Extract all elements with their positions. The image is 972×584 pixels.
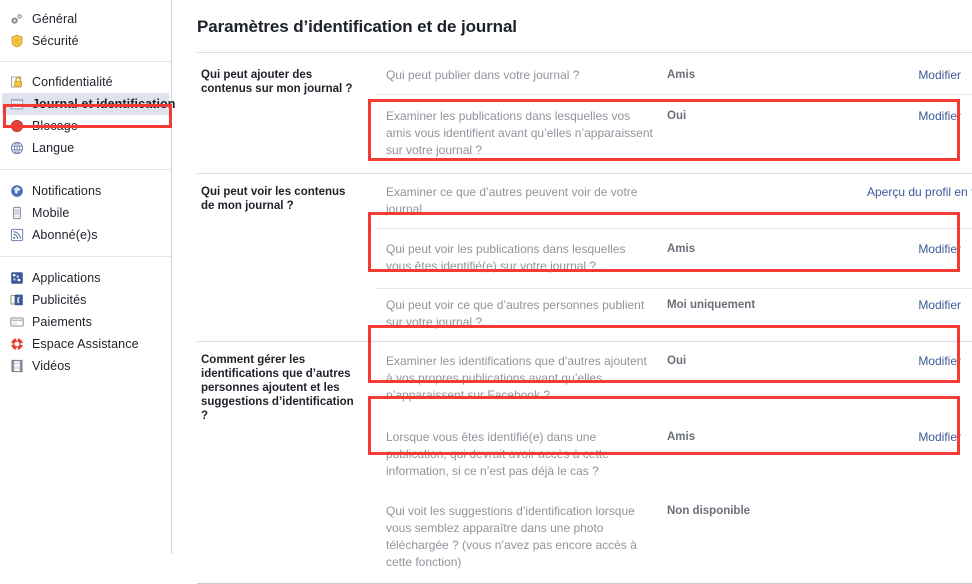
film-strip-icon <box>10 359 24 373</box>
sidebar-item-journal-et-identification[interactable]: Journal et identification <box>2 93 175 115</box>
settings-row: Qui voit les suggestions d’identificatio… <box>375 493 972 583</box>
sidebar-divider <box>0 256 171 257</box>
row-question: Lorsque vous êtes identifié(e) dans une … <box>386 430 609 478</box>
row-action-link[interactable]: Aperçu du profil en tant que <box>867 184 972 201</box>
sidebar-item-label: Applications <box>32 271 101 285</box>
row-action-link[interactable]: Modifier <box>867 297 972 314</box>
sidebar-item-label: Abonné(e)s <box>32 228 98 242</box>
sidebar-item-videos[interactable]: Vidéos <box>2 355 169 377</box>
sidebar-item-paiements[interactable]: Paiements <box>2 311 169 333</box>
sidebar-item-label: Paiements <box>32 315 92 329</box>
sidebar-item-label: Vidéos <box>32 359 71 373</box>
sidebar-item-label: Espace Assistance <box>32 337 139 351</box>
row-question: Qui peut voir ce que d’autres personnes … <box>386 298 645 329</box>
sidebar-item-espace-assistance[interactable]: Espace Assistance <box>2 333 169 355</box>
credit-card-icon <box>10 315 24 329</box>
notifications-globe-icon <box>10 184 24 198</box>
sidebar-item-label: Sécurité <box>32 34 79 48</box>
row-value: Non disponible <box>667 505 751 517</box>
svg-text:f: f <box>17 296 20 305</box>
settings-section: Comment gérer les identifications que d’… <box>197 342 972 584</box>
sidebar-item-label: Journal et identification <box>32 97 176 111</box>
row-value: Oui <box>667 110 687 122</box>
sidebar-item-label: Confidentialité <box>32 75 113 89</box>
gears-icon <box>10 12 24 26</box>
sidebar-item-blocage[interactable]: Blocage <box>2 115 169 137</box>
lock-icon <box>10 75 24 89</box>
sidebar-item-publicites[interactable]: f Publicités <box>2 289 169 311</box>
sidebar-group-general: Général Sécurité <box>0 8 171 52</box>
settings-section: Qui peut voir les contenus de mon journa… <box>197 174 972 342</box>
row-question: Qui peut publier dans votre journal ? <box>386 68 580 82</box>
sidebar-item-label: Général <box>32 12 78 26</box>
settings-row: Lorsque vous êtes identifié(e) dans une … <box>375 416 972 493</box>
row-value: Amis <box>667 243 696 255</box>
row-value: Moi uniquement <box>667 299 756 311</box>
section-label: Qui peut ajouter des contenus sur mon jo… <box>201 69 353 95</box>
settings-row: Examiner les identifications que d’autre… <box>375 342 972 416</box>
settings-row: Qui peut publier dans votre journal ? Am… <box>375 57 972 95</box>
timeline-icon <box>10 97 24 111</box>
row-action-link[interactable]: Modifier <box>867 353 972 370</box>
title-divider <box>197 52 972 53</box>
settings-table: Qui peut ajouter des contenus sur mon jo… <box>197 57 972 584</box>
settings-page: Général Sécurité Confidentialité Journal… <box>0 0 972 584</box>
sidebar-item-label: Langue <box>32 141 75 155</box>
sidebar-item-label: Publicités <box>32 293 87 307</box>
sidebar-item-general[interactable]: Général <box>2 8 169 30</box>
settings-row: Qui peut voir les publications dans lesq… <box>375 229 972 289</box>
row-action-link[interactable]: Modifier <box>867 108 972 125</box>
row-value: Oui <box>667 355 687 367</box>
row-question: Qui voit les suggestions d’identificatio… <box>386 504 637 569</box>
row-question: Qui peut voir les publications dans lesq… <box>386 242 626 273</box>
section-label: Qui peut voir les contenus de mon journa… <box>201 186 346 212</box>
ads-icon: f <box>10 293 24 307</box>
sidebar-item-applications[interactable]: Applications <box>2 267 169 289</box>
sidebar-item-label: Notifications <box>32 184 102 198</box>
sidebar-item-label: Blocage <box>32 119 78 133</box>
sidebar-item-langue[interactable]: Langue <box>2 137 169 159</box>
row-action-link[interactable]: Modifier <box>867 241 972 258</box>
sidebar-item-confidentialite[interactable]: Confidentialité <box>2 71 169 93</box>
row-question: Examiner les publications dans lesquelle… <box>386 109 653 157</box>
sidebar-divider <box>0 61 171 62</box>
settings-section: Qui peut ajouter des contenus sur mon jo… <box>197 57 972 174</box>
row-question: Examiner ce que d’autres peuvent voir de… <box>386 185 638 216</box>
sidebar-group-notifications: Notifications Mobile Abonné(e)s <box>0 180 171 246</box>
settings-row: Examiner les publications dans lesquelle… <box>375 95 972 173</box>
sidebar-item-securite[interactable]: Sécurité <box>2 30 169 52</box>
block-icon <box>10 119 24 133</box>
mobile-phone-icon <box>10 206 24 220</box>
section-label: Comment gérer les identifications que d’… <box>201 354 354 422</box>
page-title: Paramètres d’identification et de journa… <box>197 17 517 36</box>
applications-icon <box>10 271 24 285</box>
sidebar-group-privacy: Confidentialité Journal et identificatio… <box>0 71 175 159</box>
rss-feed-icon <box>10 228 24 242</box>
sidebar-item-label: Mobile <box>32 206 70 220</box>
shield-icon <box>10 34 24 48</box>
sidebar-divider <box>0 169 171 170</box>
lifebuoy-icon <box>10 337 24 351</box>
settings-row: Qui peut voir ce que d’autres personnes … <box>375 289 972 341</box>
sidebar-group-apps: Applications f Publicités Paiements Espa… <box>0 267 171 377</box>
row-value: Amis <box>667 431 696 443</box>
row-action-link[interactable]: Modifier <box>867 67 972 84</box>
sidebar-item-notifications[interactable]: Notifications <box>2 180 169 202</box>
sidebar-item-abonnes[interactable]: Abonné(e)s <box>2 224 169 246</box>
sidebar-item-mobile[interactable]: Mobile <box>2 202 169 224</box>
settings-sidebar: Général Sécurité Confidentialité Journal… <box>0 0 175 554</box>
row-value: Amis <box>667 69 696 81</box>
settings-row: Examiner ce que d’autres peuvent voir de… <box>375 174 972 229</box>
globe-icon <box>10 141 24 155</box>
row-question: Examiner les identifications que d’autre… <box>386 354 647 402</box>
settings-main: Paramètres d’identification et de journa… <box>172 0 972 584</box>
row-action-link[interactable]: Modifier <box>867 429 972 446</box>
